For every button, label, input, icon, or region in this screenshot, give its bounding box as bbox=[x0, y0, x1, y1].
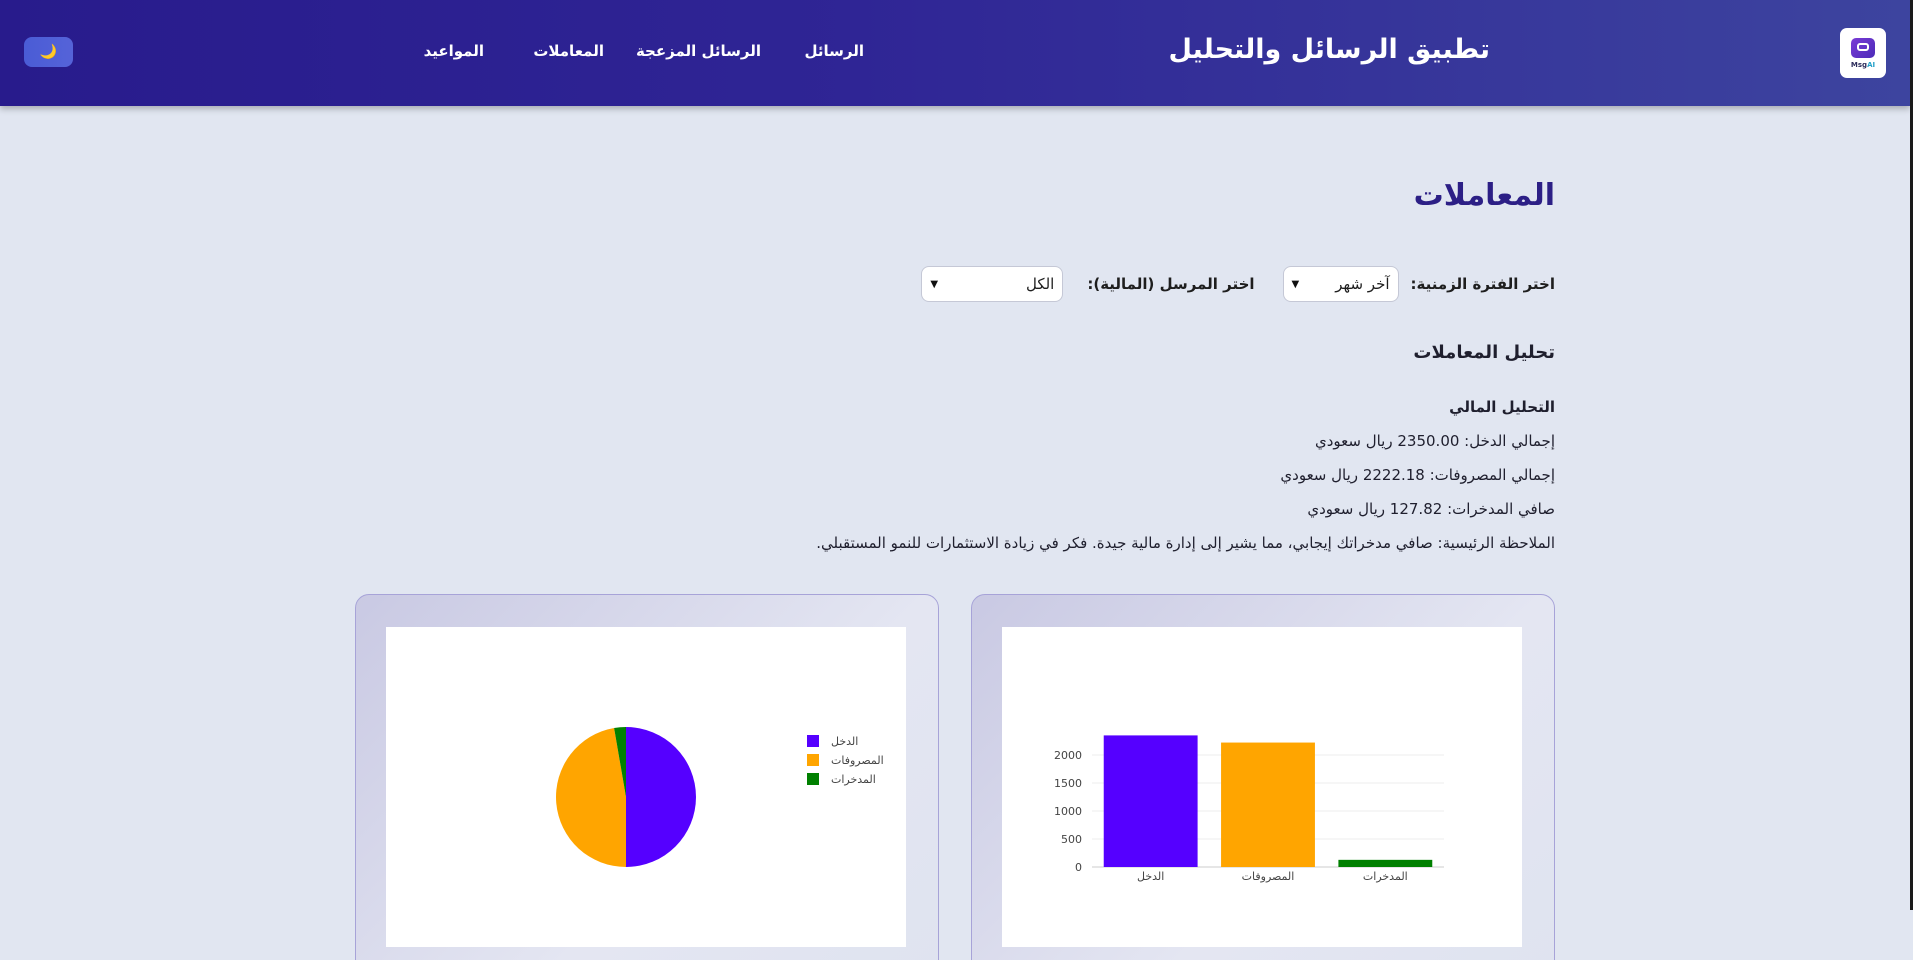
period-label: اختر الفترة الزمنية: bbox=[1410, 275, 1555, 293]
bar-chart-card: 0 500 1000 1500 2000 الدخل المصروفات المدخرات bbox=[971, 594, 1555, 960]
bar-chart-container: 0 500 1000 1500 2000 الدخل المصروفات المدخرات bbox=[1002, 627, 1522, 947]
key-note: الملاحظة الرئيسية: صافي مدخراتك إيجابي، … bbox=[816, 534, 1555, 552]
legend-swatch bbox=[807, 754, 819, 766]
nav-spam-messages[interactable]: الرسائل المزعجة bbox=[636, 42, 761, 60]
theme-toggle-button[interactable]: 🌙 bbox=[24, 37, 73, 67]
pie-chart-container: الدخل المصروفات المدخرات bbox=[386, 627, 906, 947]
app-title: تطبيق الرسائل والتحليل bbox=[1168, 34, 1490, 65]
financial-heading: التحليل المالي bbox=[1449, 398, 1555, 416]
sender-select[interactable]: الكل ▼ bbox=[921, 266, 1064, 302]
logo-text: Msg bbox=[1850, 60, 1868, 69]
y-tick-label: 0 bbox=[1075, 861, 1082, 874]
y-tick-label: 1000 bbox=[1054, 805, 1082, 818]
chevron-down-icon: ▼ bbox=[930, 278, 939, 290]
pie-slice bbox=[555, 728, 626, 867]
savings-total: صافي المدخرات: 127.82 ريال سعودي bbox=[1307, 500, 1555, 518]
pie-chart: الدخل المصروفات المدخرات bbox=[555, 727, 884, 867]
legend-swatch bbox=[807, 735, 819, 747]
chevron-down-icon: ▼ bbox=[1291, 278, 1300, 290]
y-tick-label: 500 bbox=[1061, 833, 1082, 846]
nav-messages[interactable]: الرسائل bbox=[804, 42, 864, 60]
app-logo[interactable]: MsgAI bbox=[1840, 28, 1886, 78]
legend-label: المدخرات bbox=[831, 773, 876, 786]
legend-swatch bbox=[807, 773, 819, 785]
sender-select-value: الكل bbox=[1025, 275, 1055, 293]
period-select-value: آخر شهر bbox=[1335, 275, 1390, 293]
analysis-title: تحليل المعاملات bbox=[1413, 342, 1555, 363]
bar-chart: 0 500 1000 1500 2000 الدخل المصروفات المدخرات bbox=[1054, 735, 1444, 883]
pie-slice bbox=[626, 727, 696, 867]
legend-label: المصروفات bbox=[831, 754, 884, 767]
sender-label: اختر المرسل (المالية): bbox=[1087, 275, 1255, 293]
x-tick-label: المدخرات bbox=[1363, 870, 1408, 883]
period-select[interactable]: آخر شهر ▼ bbox=[1282, 266, 1399, 302]
y-tick-label: 1500 bbox=[1054, 777, 1082, 790]
logo-text-ai: AI bbox=[1867, 60, 1876, 69]
expenses-total: إجمالي المصروفات: 2222.18 ريال سعودي bbox=[1280, 466, 1555, 484]
x-tick-label: المصروفات bbox=[1242, 870, 1295, 883]
pie-chart-card: الدخل المصروفات المدخرات bbox=[355, 594, 939, 960]
y-tick-label: 2000 bbox=[1054, 749, 1082, 762]
income-total: إجمالي الدخل: 2350.00 ريال سعودي bbox=[1314, 432, 1555, 450]
nav-appointments[interactable]: المواعيد bbox=[424, 42, 484, 60]
x-tick-label: الدخل bbox=[1137, 870, 1164, 883]
bar bbox=[1221, 742, 1315, 867]
app-header: MsgAI تطبيق الرسائل والتحليل الرسائل الر… bbox=[0, 0, 1910, 106]
page-title: المعاملات bbox=[1413, 178, 1555, 213]
chat-bubble-icon bbox=[1851, 37, 1875, 58]
bar bbox=[1103, 735, 1198, 867]
nav-transactions[interactable]: المعاملات bbox=[533, 42, 604, 60]
moon-icon: 🌙 bbox=[39, 44, 58, 60]
filters-bar: اختر الفترة الزمنية: آخر شهر ▼ اختر المر… bbox=[921, 266, 1555, 302]
legend-label: الدخل bbox=[831, 735, 858, 748]
bar bbox=[1338, 859, 1433, 867]
